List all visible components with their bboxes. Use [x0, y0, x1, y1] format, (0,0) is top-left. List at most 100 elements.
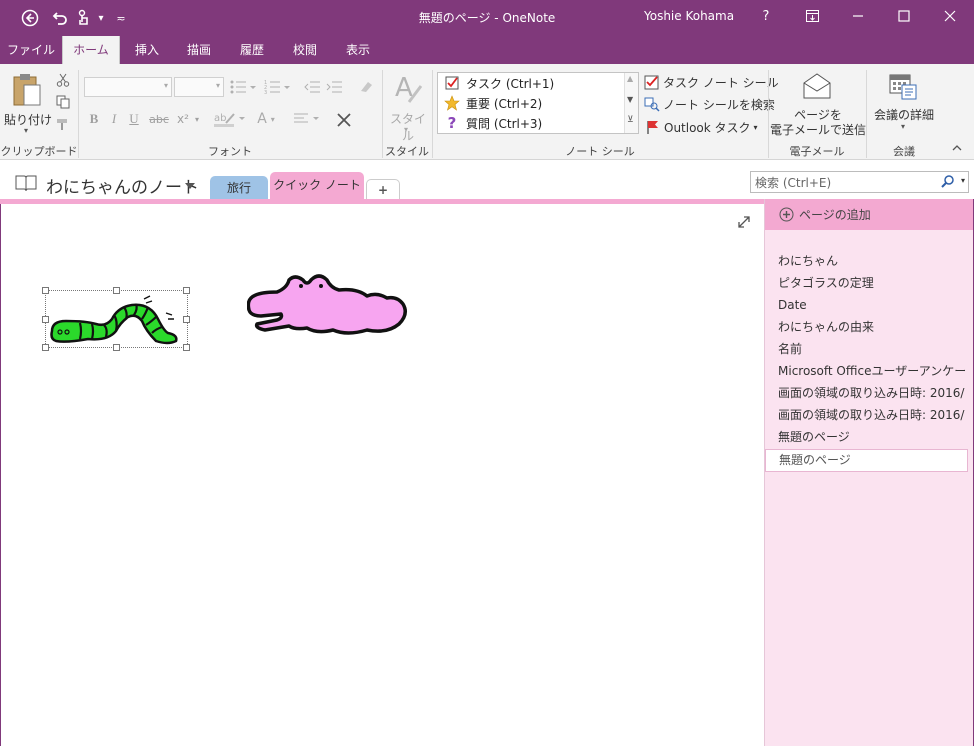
- tab-view[interactable]: 表示: [335, 36, 381, 64]
- page-item[interactable]: わにちゃん: [778, 251, 968, 271]
- svg-text:3: 3: [264, 90, 267, 94]
- collapse-ribbon-icon[interactable]: [952, 144, 962, 155]
- tag-todo[interactable]: タスク (Ctrl+1): [438, 73, 624, 93]
- tag-important-label: 重要 (Ctrl+2): [466, 96, 543, 111]
- find-tags-button[interactable]: ノート シールを検索: [644, 94, 775, 114]
- page-item[interactable]: 画面の領域の取り込み日時: 2016/: [778, 383, 968, 403]
- resize-handle[interactable]: [183, 316, 190, 323]
- flag-icon: [647, 120, 658, 134]
- tags-more-icon[interactable]: ⊻: [627, 115, 634, 125]
- page-item[interactable]: わにちゃんの由来: [778, 317, 968, 337]
- page-item[interactable]: Microsoft Officeユーザーアンケート: [778, 361, 968, 381]
- user-name[interactable]: Yoshie Kohama: [644, 9, 734, 23]
- tags-scroll-down-icon[interactable]: ▼: [627, 95, 633, 104]
- strikethrough-button[interactable]: abc: [148, 110, 170, 128]
- star-icon: [438, 95, 466, 111]
- highlight-icon[interactable]: ab: [212, 110, 248, 128]
- tab-draw[interactable]: 描画: [176, 36, 222, 64]
- tags-scroll-up-icon[interactable]: ▲: [627, 74, 633, 83]
- notebook-dropdown-icon[interactable]: [185, 179, 195, 193]
- decrease-indent-icon[interactable]: [302, 78, 322, 96]
- notebook-icon[interactable]: [14, 174, 38, 195]
- bullets-icon[interactable]: [228, 78, 258, 96]
- todo-tag-label: タスク ノート シール: [663, 75, 779, 90]
- clear-formatting-icon[interactable]: [356, 78, 376, 96]
- email-page-button[interactable]: ページを 電子メールで送信: [770, 70, 866, 140]
- resize-handle[interactable]: [42, 344, 49, 351]
- paste-button[interactable]: 貼り付け ▾: [4, 70, 52, 138]
- add-page-icon: [779, 207, 794, 222]
- search-icon[interactable]: [941, 175, 954, 191]
- bold-button[interactable]: B: [86, 110, 102, 128]
- style-button[interactable]: A スタイル ▾: [386, 70, 430, 143]
- ribbon: 貼り付け ▾ クリップボード ▾ ▾ 123 B I U abc x² ▾ ab…: [0, 64, 974, 160]
- cut-icon[interactable]: [54, 72, 72, 88]
- style-dropdown-icon: ▾: [404, 125, 409, 134]
- note-canvas[interactable]: [0, 204, 764, 746]
- numbering-icon[interactable]: 123: [262, 78, 292, 96]
- resize-handle[interactable]: [113, 344, 120, 351]
- ribbon-display-icon[interactable]: [790, 0, 834, 32]
- resize-handle[interactable]: [42, 316, 49, 323]
- page-item[interactable]: 名前: [778, 339, 968, 359]
- tab-home[interactable]: ホーム: [62, 36, 120, 64]
- help-button[interactable]: ?: [744, 0, 788, 32]
- format-painter-icon[interactable]: [54, 116, 72, 132]
- search-input[interactable]: 検索 (Ctrl+E) ▾: [750, 171, 969, 193]
- font-color-icon[interactable]: A ▾: [252, 110, 280, 128]
- underline-button[interactable]: U: [126, 110, 142, 128]
- meeting-details-dropdown-icon: ▾: [901, 122, 906, 131]
- find-tags-label: ノート シールを検索: [663, 97, 775, 112]
- page-item[interactable]: 無題のページ: [778, 427, 968, 447]
- font-color-label: A: [257, 111, 267, 127]
- crocodile-image[interactable]: [246, 272, 411, 340]
- minimize-icon[interactable]: [836, 0, 880, 32]
- page-item-selected[interactable]: 無題のページ: [765, 449, 968, 472]
- increase-indent-icon[interactable]: [324, 78, 344, 96]
- outlook-tasks-button[interactable]: Outlook タスク ▾: [646, 117, 758, 137]
- tag-question[interactable]: ? 質問 (Ctrl+3): [438, 113, 624, 133]
- notebook-name[interactable]: わにちゃんのノート: [46, 173, 199, 198]
- caterpillar-image[interactable]: [42, 287, 190, 351]
- page-item[interactable]: Date: [778, 295, 968, 315]
- close-icon[interactable]: [928, 0, 972, 32]
- meetings-group-label: 会議: [893, 145, 915, 158]
- resize-handle[interactable]: [113, 287, 120, 294]
- tags-gallery: タスク (Ctrl+1) 重要 (Ctrl+2) ? 質問 (Ctrl+3) ▲…: [437, 72, 639, 134]
- font-size-field[interactable]: ▾: [174, 77, 224, 97]
- script-dropdown-icon[interactable]: ▾: [192, 110, 202, 128]
- meeting-details-button[interactable]: 会議の詳細 ▾: [868, 70, 940, 140]
- tab-insert[interactable]: 挿入: [124, 36, 170, 64]
- copy-icon[interactable]: [54, 94, 72, 110]
- font-name-field[interactable]: ▾: [84, 77, 172, 97]
- tag-important[interactable]: 重要 (Ctrl+2): [438, 93, 624, 113]
- page-item[interactable]: 画面の領域の取り込み日時: 2016/: [778, 405, 968, 425]
- section-tab-travel[interactable]: 旅行: [210, 176, 268, 200]
- add-page-label: ページの追加: [799, 208, 871, 222]
- style-icon: A: [395, 73, 423, 103]
- todo-tag-button[interactable]: タスク ノート シール: [644, 72, 779, 92]
- paste-dropdown-icon: ▾: [24, 126, 29, 135]
- tab-review[interactable]: 校閲: [282, 36, 328, 64]
- italic-button[interactable]: I: [106, 110, 122, 128]
- maximize-icon[interactable]: [882, 0, 926, 32]
- tab-history[interactable]: 履歴: [229, 36, 275, 64]
- crocodile-illustration: [246, 274, 407, 335]
- resize-handle[interactable]: [183, 344, 190, 351]
- outlook-tasks-dropdown-icon: ▾: [753, 122, 758, 132]
- section-tab-quick-notes[interactable]: クイック ノート: [270, 172, 364, 200]
- paragraph-align-icon[interactable]: [292, 110, 322, 128]
- add-page-button[interactable]: ページの追加: [765, 199, 973, 230]
- add-section-button[interactable]: +: [366, 179, 400, 199]
- tab-file[interactable]: ファイル: [0, 36, 62, 64]
- tags-scrollbar[interactable]: ▲ ▼ ⊻: [624, 73, 638, 133]
- superscript-button[interactable]: x²: [174, 110, 192, 128]
- delete-icon[interactable]: [334, 110, 354, 130]
- resize-handle[interactable]: [183, 287, 190, 294]
- paste-icon: [13, 74, 41, 106]
- resize-handle[interactable]: [42, 287, 49, 294]
- page-item[interactable]: ピタゴラスの定理: [778, 273, 968, 293]
- search-scope-dropdown-icon[interactable]: ▾: [961, 176, 965, 185]
- notebook-bar: わにちゃんのノート 旅行 クイック ノート + 検索 (Ctrl+E) ▾: [0, 161, 974, 200]
- full-page-view-icon[interactable]: [738, 216, 750, 231]
